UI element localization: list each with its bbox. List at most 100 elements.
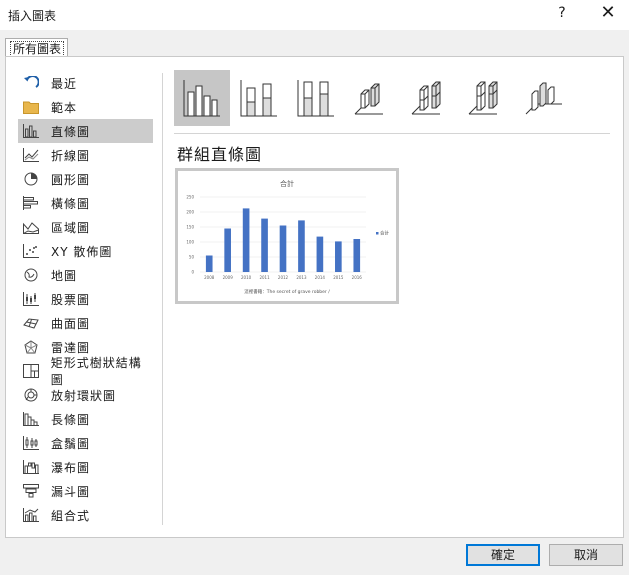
bar: [205, 255, 213, 272]
title-bar: 插入圖表 ? ✕: [0, 0, 629, 30]
sidebar-item-label: 放射環狀圖: [51, 388, 117, 403]
sidebar-item-label: 組合式: [51, 508, 91, 523]
sidebar-item-label: XY 散佈圖: [51, 244, 113, 259]
sidebar-item-label: 股票圖: [51, 292, 91, 307]
x-tick-label: 2014: [315, 275, 326, 280]
x-axis-label: 這裡書籍：The secret of grave robber /: [244, 288, 330, 295]
legend-swatch: [376, 232, 379, 235]
sidebar-item-histogram[interactable]: 長條圖: [18, 407, 153, 431]
sidebar-item-funnel[interactable]: 漏斗圖: [18, 479, 153, 503]
sidebar-item-label: 漏斗圖: [51, 484, 91, 499]
sidebar-item-label: 範本: [51, 100, 78, 115]
histogram-chart-icon: [22, 411, 40, 427]
sidebar-item-pie[interactable]: 圓形圖: [18, 167, 153, 191]
area-chart-icon: [22, 219, 40, 235]
sidebar-item-bar[interactable]: 橫條圖: [18, 191, 153, 215]
tab-label: 所有圖表: [10, 41, 65, 57]
waterfall-chart-icon: [22, 459, 40, 475]
bar: [335, 241, 342, 272]
bar: [298, 220, 305, 272]
y-tick-label: 100: [186, 240, 194, 245]
100-stacked-column-icon[interactable]: [288, 70, 344, 126]
x-tick-label: 2009: [223, 275, 234, 280]
sidebar-item-label: 橫條圖: [51, 196, 91, 211]
funnel-chart-icon: [22, 483, 40, 499]
sidebar-item-waterfall[interactable]: 瀑布圖: [18, 455, 153, 479]
box-whisker-chart-icon: [22, 435, 40, 451]
x-tick-label: 2016: [352, 275, 363, 280]
x-tick-label: 2013: [296, 275, 307, 280]
bar: [224, 228, 231, 272]
sidebar-item-map[interactable]: 地圖: [18, 263, 153, 287]
sidebar-item-treemap[interactable]: 矩形式樹狀結構圖: [18, 356, 153, 387]
map-chart-icon: [22, 267, 40, 283]
clustered-column-icon[interactable]: [174, 70, 230, 126]
bar: [353, 239, 361, 272]
treemap-chart-icon: [22, 363, 40, 379]
x-tick-label: 2010: [241, 275, 252, 280]
y-tick-label: 0: [191, 270, 194, 275]
sidebar-item-surface[interactable]: 曲面圖: [18, 311, 153, 335]
sidebar-item-label: 曲面圖: [51, 316, 91, 331]
sidebar-item-templates[interactable]: 範本: [18, 95, 153, 119]
sidebar-item-label: 折線圖: [51, 148, 91, 163]
folder-icon: [22, 99, 40, 115]
sunburst-chart-icon: [22, 387, 40, 403]
sidebar-item-label: 圓形圖: [51, 172, 91, 187]
y-tick-label: 50: [189, 255, 195, 260]
chart-title: 合計: [280, 179, 294, 188]
x-tick-label: 2012: [278, 275, 289, 280]
3d-column-icon[interactable]: [516, 70, 572, 126]
surface-chart-icon: [22, 315, 40, 331]
y-tick-label: 150: [186, 225, 194, 230]
ok-button[interactable]: 確定: [466, 544, 540, 566]
bar: [242, 208, 250, 272]
sidebar-item-scatter[interactable]: XY 散佈圖: [18, 239, 153, 263]
bar: [316, 236, 324, 272]
sidebar-item-combo[interactable]: 組合式: [18, 503, 153, 527]
line-chart-icon: [22, 147, 40, 163]
sidebar-item-column[interactable]: 直條圖: [18, 119, 153, 143]
sidebar-item-label: 瀑布圖: [51, 460, 91, 475]
bar-chart-icon: [22, 195, 40, 211]
x-tick-label: 2008: [204, 275, 215, 280]
sidebar-item-label: 盒鬚圖: [51, 436, 91, 451]
stacked-column-icon[interactable]: [231, 70, 287, 126]
bar: [261, 218, 268, 272]
sidebar-item-label: 長條圖: [51, 412, 91, 427]
sidebar-item-area[interactable]: 區域圖: [18, 215, 153, 239]
scatter-chart-icon: [22, 243, 40, 259]
chart-type-list: 最近 範本 直條圖 折線圖 圓形圖 橫條圖 區域圖 XY 散佈圖 地圖 股票圖 …: [18, 71, 153, 527]
bar: [279, 225, 287, 272]
stock-chart-icon: [22, 291, 40, 307]
help-button[interactable]: ?: [553, 5, 571, 21]
column-chart-icon: [22, 123, 40, 139]
sidebar-item-label: 雷達圖: [51, 340, 91, 355]
chart-preview[interactable]: 合計 0 50 100 150 200 250 2008 2009 2010 2011 2012 201…: [175, 168, 399, 304]
sidebar-item-line[interactable]: 折線圖: [18, 143, 153, 167]
sidebar-divider: [162, 73, 163, 525]
combo-chart-icon: [22, 507, 40, 523]
3d-clustered-column-icon[interactable]: [345, 70, 401, 126]
legend-label: 合計: [380, 230, 389, 237]
selected-chart-type-title: 群組直條圖: [177, 145, 263, 164]
recent-icon: [22, 75, 40, 91]
sidebar-item-recent[interactable]: 最近: [18, 71, 153, 95]
preview-chart: 合計 0 50 100 150 200 250 2008 2009 2010 2011 2012 201…: [186, 179, 389, 295]
sidebar-item-label: 地圖: [51, 268, 78, 283]
sidebar-item-sunburst[interactable]: 放射環狀圖: [18, 383, 153, 407]
x-tick-label: 2011: [259, 275, 270, 280]
3d-100-stacked-column-icon[interactable]: [459, 70, 515, 126]
sidebar-item-box-whisker[interactable]: 盒鬚圖: [18, 431, 153, 455]
main-panel: 最近 範本 直條圖 折線圖 圓形圖 橫條圖 區域圖 XY 散佈圖 地圖 股票圖 …: [5, 56, 624, 538]
close-button[interactable]: ✕: [596, 2, 620, 23]
cancel-button[interactable]: 取消: [549, 544, 623, 566]
x-tick-label: 2015: [333, 275, 344, 280]
sidebar-item-stock[interactable]: 股票圖: [18, 287, 153, 311]
radar-chart-icon: [22, 339, 40, 355]
sidebar-item-label: 區域圖: [51, 220, 91, 235]
3d-stacked-column-icon[interactable]: [402, 70, 458, 126]
gallery-divider: [174, 133, 610, 134]
y-tick-label: 200: [186, 210, 194, 215]
sidebar-item-label: 最近: [51, 76, 78, 91]
